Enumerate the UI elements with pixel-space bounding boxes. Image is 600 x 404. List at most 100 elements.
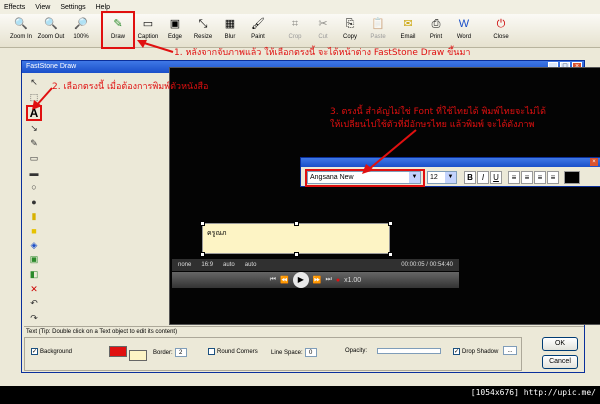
border-option: Border: 2 [153,348,187,357]
annotation-arrow-1 [137,40,174,53]
cancel-button[interactable]: Cancel [542,355,578,369]
paint-icon: 🖌 [251,18,265,30]
paint-button[interactable]: 🖌 Paint [243,16,273,46]
filled-ellipse-tool-icon[interactable]: ● [26,195,42,209]
text-color-swatch[interactable] [564,171,580,184]
forward-icon[interactable]: ⏩ [313,276,322,284]
align-left-icon[interactable]: ≡ [508,171,520,184]
zoom-100-icon: 🔎 [74,18,88,30]
blur-button[interactable]: ▦ Blur [215,16,245,46]
zoom-100-button[interactable]: 🔎 100% [66,16,96,46]
opacity-slider[interactable] [377,348,442,354]
resize-handle[interactable] [388,221,393,226]
rectangle-tool-icon[interactable]: ▭ [26,151,42,165]
more-options-button[interactable]: ... [503,346,517,355]
copy-icon: ⎘ [345,18,355,30]
annotation-arrow-3 [362,129,417,174]
audio-setting[interactable]: none [178,262,191,268]
delete-tool-icon[interactable]: ✕ [26,282,42,296]
resize-handle[interactable] [200,252,205,257]
email-button[interactable]: ✉ Email [393,16,423,46]
close-icon: ⏻ [496,18,506,30]
zoom-out-button[interactable]: 🔍 Zoom Out [36,16,66,46]
draw-highlight-box [101,11,135,49]
auto-setting-2[interactable]: auto [245,262,257,268]
player-control-row: none 16:9 auto auto 00:00:05 / 00:54:40 [172,259,459,271]
zoom-in-icon: 🔍 [14,18,28,30]
redo-icon[interactable]: ↷ [26,311,42,325]
filled-rectangle-tool-icon[interactable]: ▬ [26,166,42,180]
resize-button[interactable]: ⤡ Resize [188,16,218,46]
annotation-note-2: 2. เลือกตรงนี้ เมื่อต้องการพิมพ์ตัวหนังส… [52,82,209,92]
fill-tool-icon[interactable]: ■ [26,224,42,238]
resize-handle[interactable] [294,221,299,226]
ok-button[interactable]: OK [542,337,578,351]
auto-setting-1[interactable]: auto [223,262,235,268]
paste-button[interactable]: 📋 Paste [363,16,393,46]
menu-effects[interactable]: Effects [4,4,25,11]
underline-button[interactable]: U [490,171,502,184]
ellipse-tool-icon[interactable]: ○ [26,180,42,194]
menu-settings[interactable]: Settings [60,4,85,11]
paint-bucket-tool-icon[interactable]: ◈ [26,239,42,253]
resize-handle[interactable] [294,252,299,257]
status-tip: Text (Tip: Double click on a Text object… [24,326,584,336]
background-color-swatch[interactable] [129,350,147,361]
app-window: Effects View Settings Help 🔍 Zoom In 🔍 Zoo… [0,0,600,386]
align-right-icon[interactable]: ≡ [534,171,546,184]
drop-shadow-checkbox[interactable]: ✓ [453,348,460,355]
menu-view[interactable]: View [35,4,50,11]
previous-icon[interactable]: ⏮ [270,276,276,284]
arrow-tool-icon[interactable]: ↘ [26,122,42,136]
play-icon[interactable]: ▶ [292,272,309,288]
bold-button[interactable]: B [464,171,476,184]
print-button[interactable]: ⎙ Print [421,16,451,46]
resize-handle[interactable] [200,221,205,226]
record-icon[interactable]: ● [336,277,340,284]
text-options-panel: ✓ Background Border: 2 Round Corners Line … [24,337,522,371]
annotation-note-1: 1. หลังจากจับภาพแล้ว ให้เลือกตรงนี้ จะได… [174,48,471,58]
aspect-setting[interactable]: 16:9 [201,262,213,268]
annotation-note-3a: 3. ตรงนี้ สำคัญไม่ใช่ Font ที่ใช้ไทยได้ … [330,107,546,117]
menu-bar: Effects View Settings Help [0,0,600,14]
round-corners-checkbox[interactable] [208,348,215,355]
undo-icon[interactable]: ↶ [26,297,42,311]
player-time: 00:00:05 / 00:54:40 [401,262,453,268]
zoom-in-button[interactable]: 🔍 Zoom In [6,16,36,46]
copy-button[interactable]: ⎘ Copy [335,16,365,46]
font-toolbar-close-icon[interactable]: × [590,158,598,166]
close-button[interactable]: ⏻ Close [486,16,516,46]
color-swatches[interactable] [109,342,147,361]
rewind-icon[interactable]: ⏪ [280,276,289,284]
text-object[interactable]: ครูณภ [202,223,390,254]
next-icon[interactable]: ⏭ [326,276,332,284]
word-button[interactable]: W Word [449,16,479,46]
italic-button[interactable]: I [477,171,489,184]
background-option[interactable]: ✓ Background [31,348,72,355]
edge-icon: ▣ [169,18,181,30]
print-icon: ⎙ [431,18,441,30]
font-size-select[interactable]: 12 ▼ [427,171,457,184]
annotation-arrow-2 [32,87,53,110]
background-checkbox[interactable]: ✓ [31,348,38,355]
border-stepper[interactable]: 2 [174,348,187,357]
watermark-tool-icon[interactable]: ◧ [26,268,42,282]
resize-handle[interactable] [388,252,393,257]
drop-shadow-option[interactable]: ✓ Drop Shadow [453,348,498,355]
zoom-out-icon: 🔍 [44,18,58,30]
line-space-stepper[interactable]: 0 [304,348,317,357]
pen-tool-icon[interactable]: ✎ [26,137,42,151]
cut-icon: ✂ [318,18,328,30]
image-tool-icon[interactable]: ▣ [26,253,42,267]
word-icon: W [458,18,470,30]
align-center-icon[interactable]: ≡ [521,171,533,184]
foreground-color-swatch[interactable] [109,346,127,357]
menu-help[interactable]: Help [96,4,110,11]
crop-button[interactable]: ⌗ Crop [280,16,310,46]
caption-icon: ▭ [142,18,154,30]
cut-button[interactable]: ✂ Cut [308,16,338,46]
round-corners-option[interactable]: Round Corners [208,348,258,355]
main-toolbar: 🔍 Zoom In 🔍 Zoom Out 🔎 100% ✎ Draw ▭ Caption … [0,14,600,48]
justify-icon[interactable]: ≡ [547,171,559,184]
highlighter-tool-icon[interactable]: ▮ [26,210,42,224]
